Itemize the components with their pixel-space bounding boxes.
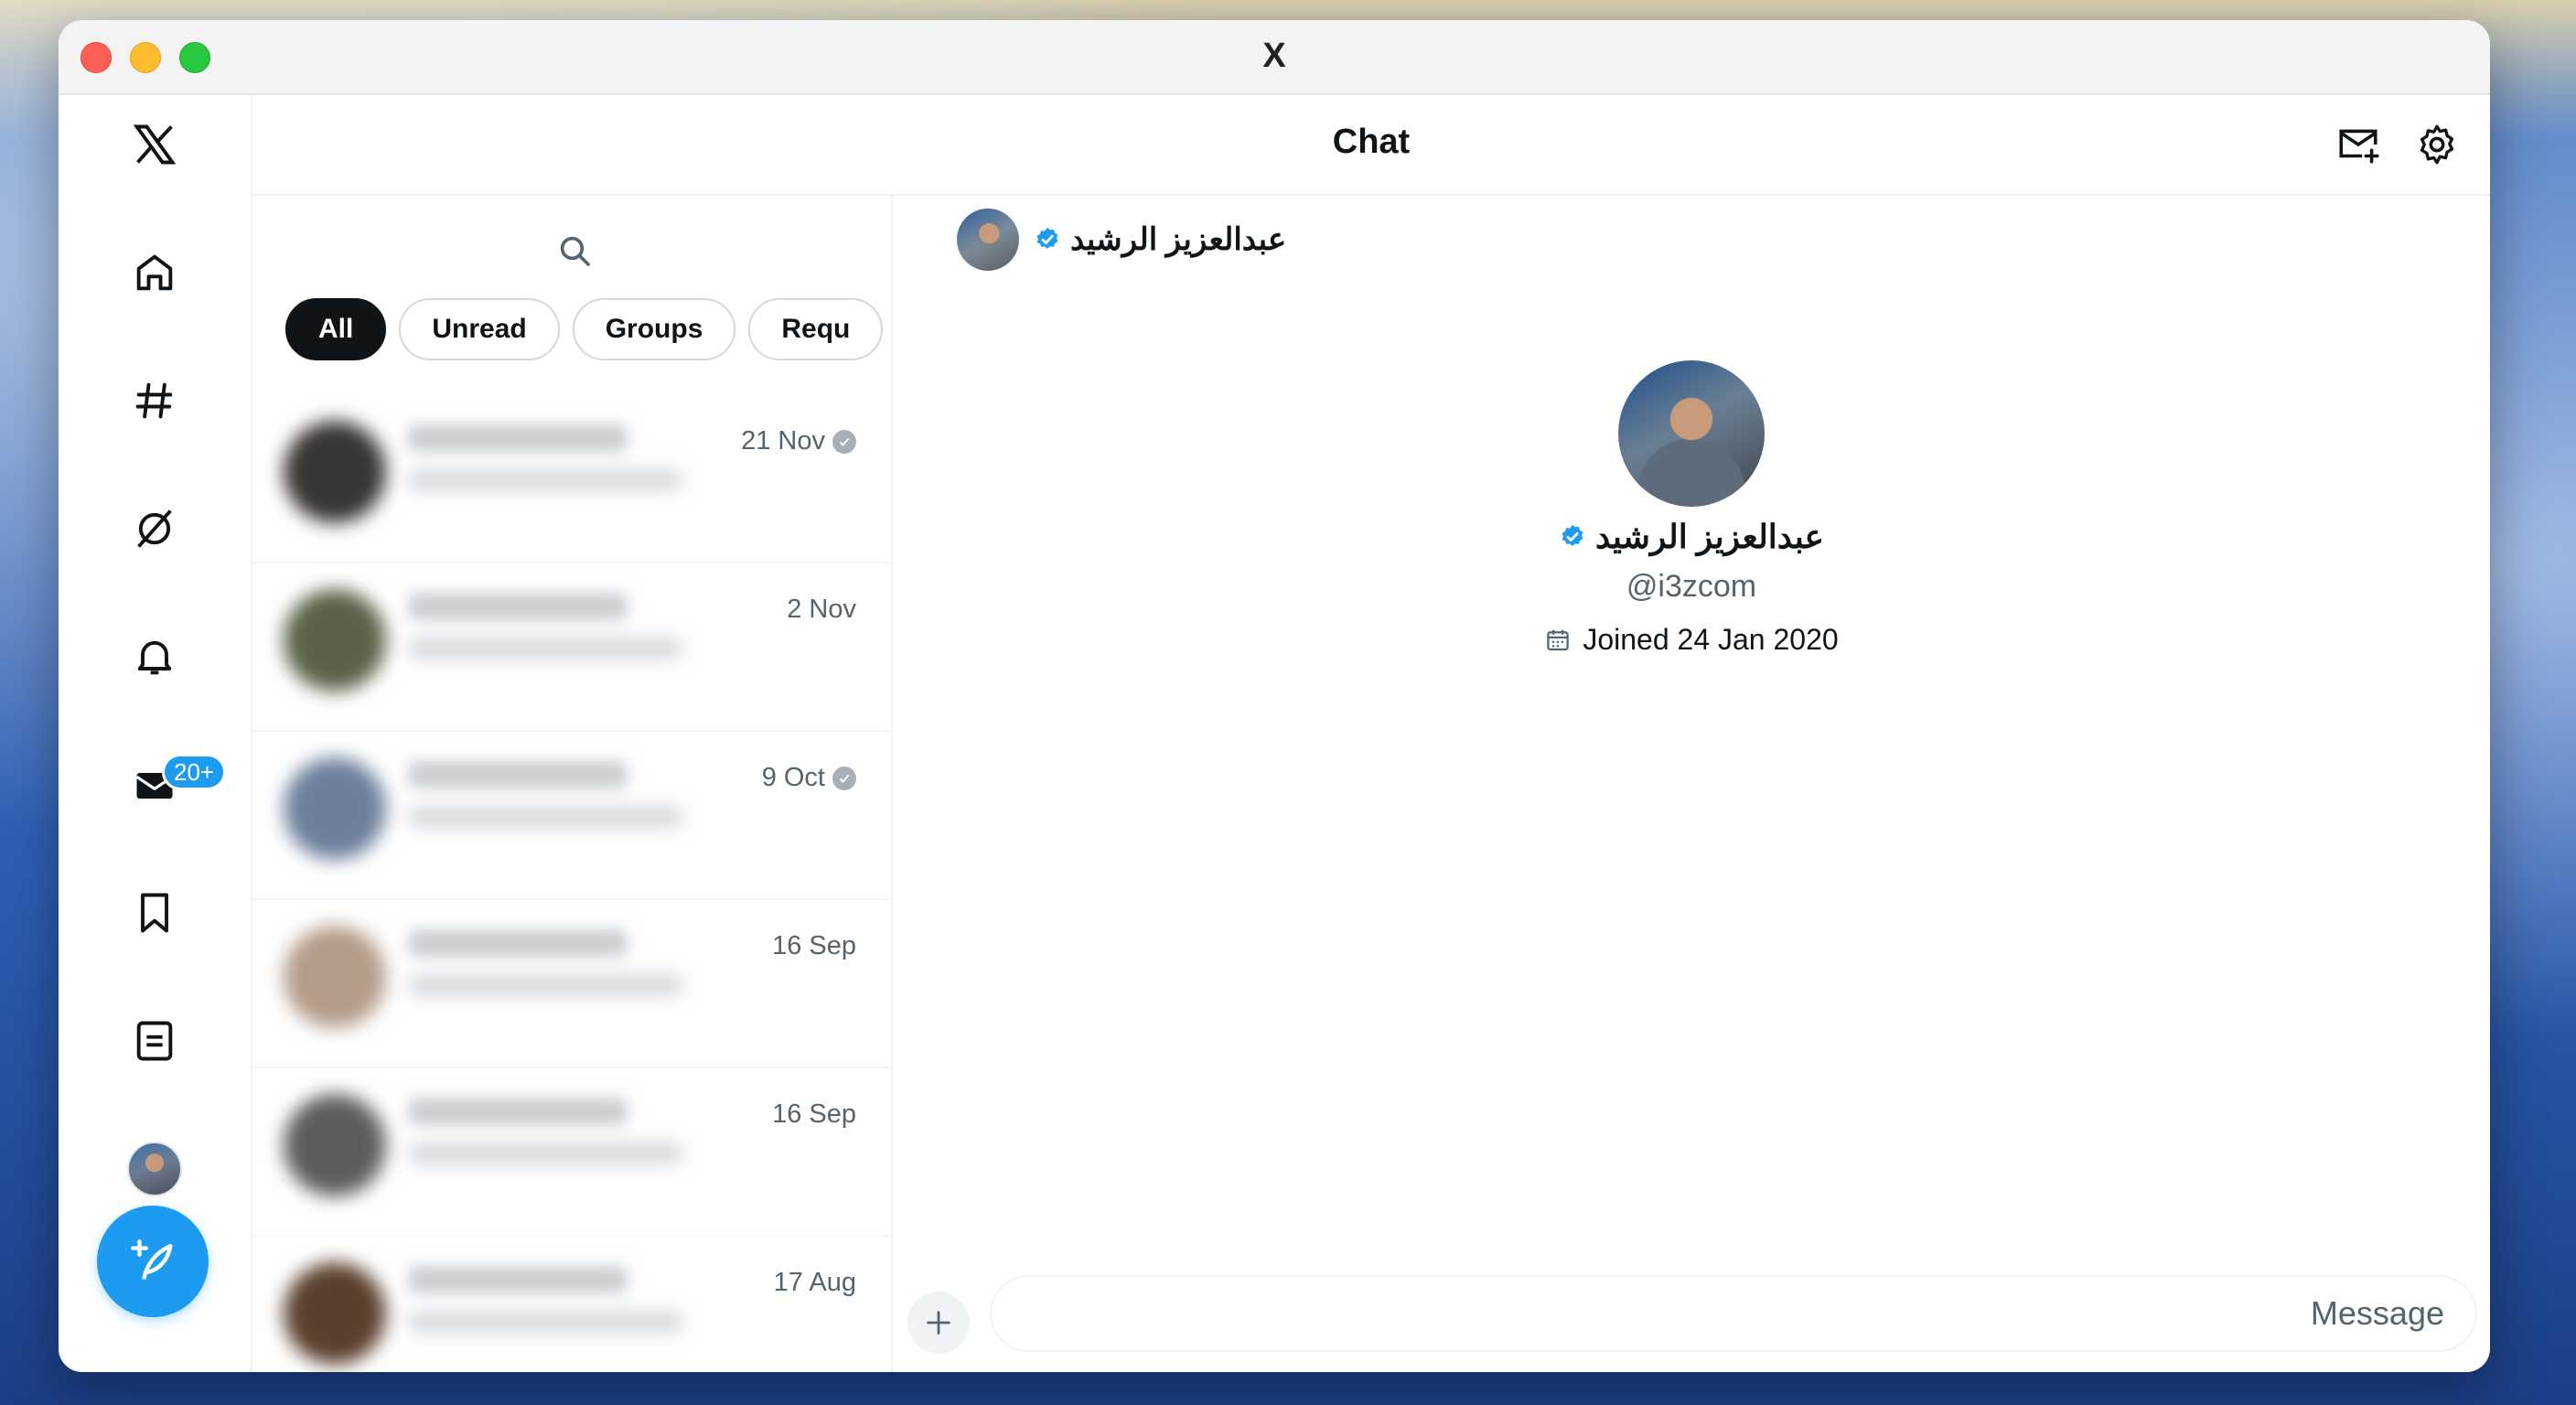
conversation-preview-blurred [408,468,682,492]
filter-tabs: All Unread Groups Requ [285,298,891,366]
avatar [284,1262,386,1365]
conversation-item[interactable]: 17 Aug [252,1235,891,1372]
filter-unread[interactable]: Unread [399,298,560,360]
page-title: Chat [1332,123,1411,161]
chat-header: Chat [252,95,2490,196]
read-check-icon [832,766,856,790]
conversation-preview-blurred [408,805,682,829]
conversation-name-blurred [408,929,628,957]
window-title: X [1262,37,1286,75]
conversation-name-blurred [408,761,628,788]
filter-requests[interactable]: Requ [748,298,884,360]
conversation-item[interactable]: 16 Sep [252,1067,891,1237]
avatar [284,421,386,523]
recipient-name-row: عبدالعزيز الرشيد [1034,221,1286,258]
lists-icon[interactable] [118,1004,191,1078]
conversation-date: 16 Sep [772,1099,856,1129]
filter-all[interactable]: All [285,298,387,360]
messages-icon[interactable]: 20+ [118,748,227,821]
bookmark-icon[interactable] [118,876,191,949]
joined-date: Joined 24 Jan 2020 [1583,623,1839,656]
avatar [284,589,386,692]
notifications-bell-icon[interactable] [118,620,191,693]
chat-pane: عبدالعزيز الرشيد عبدالعزيز الرشيد @i3zco… [893,196,2490,1372]
conversation-date: 21 Nov [741,426,856,456]
profile-name-row: عبدالعزيز الرشيد [893,518,2490,556]
avatar [284,757,386,860]
conversation-date: 2 Nov [787,595,856,624]
message-composer [907,1275,2477,1357]
conversation-name-blurred [408,593,628,620]
profile-avatar[interactable] [118,1132,191,1206]
title-bar: X [59,20,2490,95]
conversation-preview-blurred [408,1310,682,1334]
calendar-icon [1547,629,1570,650]
read-check-icon [832,429,856,454]
conversation-date: 17 Aug [773,1268,856,1297]
conversation-name-blurred [408,1266,628,1293]
conversation-preview-blurred [408,637,682,660]
recipient-name: عبدالعزيز الرشيد [1070,222,1287,257]
plus-icon [927,1311,950,1335]
avatar [284,926,386,1028]
chat-recipient-header[interactable]: عبدالعزيز الرشيد [957,209,1286,271]
avatar[interactable] [1618,360,1765,507]
new-message-icon[interactable] [2329,115,2388,174]
add-attachment-button[interactable] [907,1292,970,1354]
home-icon[interactable] [118,236,191,309]
messages-unread-badge: 20+ [162,754,227,790]
app-window: X 20+ Chat All Unread Groups Requ 21 Nov… [59,20,2490,1372]
search-icon[interactable] [556,232,593,269]
verified-badge-icon [1562,524,1583,546]
joined-date-row: Joined 24 Jan 2020 [893,623,2490,657]
settings-gear-icon[interactable] [2408,115,2466,174]
avatar [284,1094,386,1196]
conversation-item[interactable]: 21 Nov [252,393,891,563]
recipient-profile-card: عبدالعزيز الرشيد @i3zcom Joined 24 Jan 2… [893,360,2490,657]
message-input[interactable] [990,1275,2477,1352]
avatar [127,1142,182,1196]
conversation-item[interactable]: 2 Nov [252,562,891,732]
conversation-preview-blurred [408,973,682,997]
verified-badge-icon [1036,227,1058,249]
conversation-item[interactable]: 9 Oct [252,730,891,900]
conversation-name-blurred [408,1098,628,1125]
conversation-item[interactable]: 16 Sep [252,898,891,1068]
profile-name: عبدالعزيز الرشيد [1594,518,1825,555]
filter-groups[interactable]: Groups [572,298,736,360]
conversation-preview-blurred [408,1142,682,1165]
sidebar-nav: 20+ [59,95,252,1372]
compose-post-button[interactable] [97,1206,209,1317]
x-logo-icon[interactable] [118,108,191,181]
conversation-name-blurred [408,424,628,452]
profile-handle: @i3zcom [1626,569,1757,604]
grok-icon[interactable] [118,492,191,565]
avatar [957,209,1019,271]
conversation-date: 9 Oct [762,763,856,793]
conversation-date: 16 Sep [772,931,856,960]
conversation-list-pane: All Unread Groups Requ 21 Nov 2 Nov 9 Oct 1… [252,196,893,1372]
explore-hashtag-icon[interactable] [118,364,191,437]
